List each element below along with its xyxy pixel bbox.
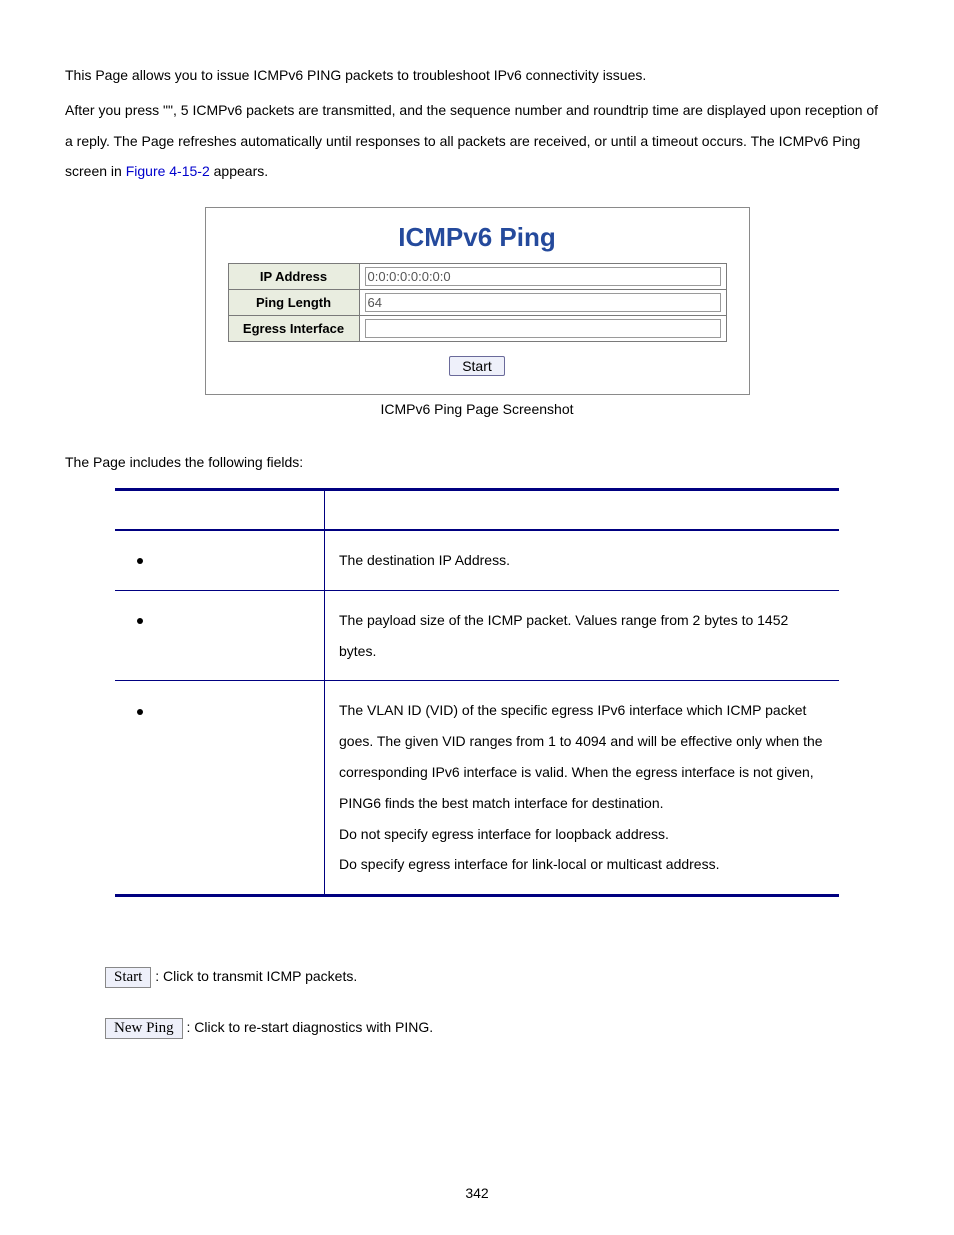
col-object xyxy=(115,489,325,530)
egress-interface-label: Egress Interface xyxy=(228,316,359,342)
bullet-icon xyxy=(137,709,143,715)
row-length: Ping Length xyxy=(228,290,726,316)
figure-link[interactable]: Figure 4-15-2 xyxy=(126,163,210,179)
ping-length-label: Ping Length xyxy=(228,290,359,316)
intro-line-1: This Page allows you to issue ICMPv6 PIN… xyxy=(65,60,889,91)
document-page: This Page allows you to issue ICMPv6 PIN… xyxy=(0,0,954,1235)
ip-address-label: IP Address xyxy=(228,264,359,290)
buttons-section: Start : Click to transmit ICMP packets. … xyxy=(105,967,889,1039)
egress-interface-input[interactable] xyxy=(365,319,721,338)
row-egress: Egress Interface xyxy=(228,316,726,342)
fields-table: The destination IP Address. The payload … xyxy=(115,488,839,897)
table-row: The payload size of the ICMP packet. Val… xyxy=(115,590,839,681)
desc-cell: The destination IP Address. xyxy=(325,530,840,590)
intro-line-2: After you press "", 5 ICMPv6 packets are… xyxy=(65,95,889,187)
start-button[interactable]: Start xyxy=(449,356,505,376)
row-ip: IP Address xyxy=(228,264,726,290)
desc-cell: The payload size of the ICMP packet. Val… xyxy=(325,590,840,681)
figure-panel: ICMPv6 Ping IP Address Ping Length Egres… xyxy=(205,207,750,395)
ping-length-input[interactable] xyxy=(365,293,721,312)
col-description xyxy=(325,489,840,530)
new-ping-btn-sample: New Ping xyxy=(105,1018,183,1039)
start-btn-desc: : Click to transmit ICMP packets. xyxy=(155,968,357,984)
ping-form-table: IP Address Ping Length Egress Interface xyxy=(228,263,727,342)
fields-intro: The Page includes the following fields: xyxy=(65,447,889,478)
desc-cell: The VLAN ID (VID) of the specific egress… xyxy=(325,681,840,896)
start-btn-sample: Start xyxy=(105,967,151,988)
table-row: The VLAN ID (VID) of the specific egress… xyxy=(115,681,839,896)
page-number: 342 xyxy=(0,1185,954,1201)
table-row: The destination IP Address. xyxy=(115,530,839,590)
bullet-icon xyxy=(137,618,143,624)
figure-caption: ICMPv6 Ping Page Screenshot xyxy=(65,401,889,417)
figure-title: ICMPv6 Ping xyxy=(228,222,727,253)
intro-2c: appears. xyxy=(210,163,268,179)
ip-address-input[interactable] xyxy=(365,267,721,286)
new-ping-btn-desc: : Click to re-start diagnostics with PIN… xyxy=(186,1019,433,1035)
intro-2a: After you press " xyxy=(65,102,168,118)
bullet-icon xyxy=(137,558,143,564)
